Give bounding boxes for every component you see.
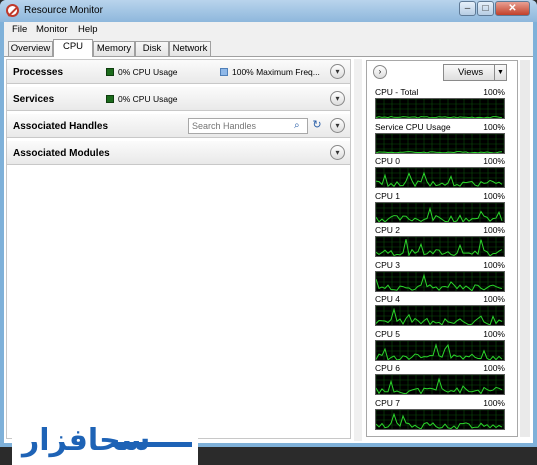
refresh-icon[interactable]: ↻	[310, 118, 324, 134]
vertical-scrollbar[interactable]	[520, 60, 530, 437]
chevron-down-icon[interactable]: ▾	[330, 64, 345, 79]
graph-label: CPU - Total	[375, 87, 419, 97]
handles-section-header[interactable]: Associated Handles ⌕ ↻ ▾	[7, 114, 350, 138]
watermark-logo: سحافزار	[12, 420, 198, 465]
graph-plot	[375, 167, 505, 188]
watermark-text: سحافزار	[22, 423, 151, 458]
graph-label: CPU 7	[375, 397, 401, 408]
maximize-button[interactable]: □	[477, 1, 494, 16]
graph-label: CPU 2	[375, 225, 401, 235]
views-dropdown[interactable]: Views ▼	[443, 64, 507, 81]
handles-title: Associated Handles	[13, 121, 109, 132]
graph-svg	[376, 99, 504, 118]
graphs-panel: › Views ▼ CPU - Total 100% Service CPU Usa…	[366, 60, 518, 437]
services-cpu-usage: 0% CPU Usage	[118, 94, 178, 104]
graph-label: CPU 6	[375, 363, 401, 373]
graph-percent: 100%	[483, 121, 505, 132]
graph-label: CPU 5	[375, 328, 401, 339]
chevron-down-icon[interactable]: ▾	[330, 91, 345, 106]
graph-plot	[375, 339, 505, 361]
graph-percent: 100%	[483, 259, 505, 270]
tab-cpu[interactable]: CPU	[53, 39, 93, 57]
panel-splitter[interactable]	[354, 59, 362, 441]
graph-label: Service CPU Usage	[375, 121, 451, 132]
graph-plot	[375, 305, 505, 326]
graph-svg	[376, 375, 504, 394]
cpu-usage-indicator	[106, 68, 114, 76]
graph-plot	[375, 236, 505, 257]
graph-svg	[376, 133, 504, 153]
graph-percent: 100%	[483, 190, 505, 201]
processes-section-header[interactable]: Processes 0% CPU Usage 100% Maximum Freq…	[7, 60, 350, 84]
tab-network[interactable]: Network	[169, 41, 211, 56]
graph-plot	[375, 408, 505, 430]
menu-help[interactable]: Help	[78, 24, 98, 35]
menu-bar: File Monitor Help	[4, 22, 533, 38]
search-icon[interactable]: ⌕	[294, 120, 300, 131]
close-button[interactable]: ✕	[495, 1, 530, 16]
graph-percent: 100%	[483, 225, 505, 235]
search-handles-field: ⌕	[188, 118, 308, 134]
graph-label: CPU 3	[375, 259, 401, 270]
graph-plot	[375, 201, 505, 223]
tab-memory[interactable]: Memory	[93, 41, 135, 56]
graph-percent: 100%	[483, 156, 505, 166]
graph-label: CPU 0	[375, 156, 401, 166]
cpu-usage-indicator	[106, 95, 114, 103]
menu-file[interactable]: File	[12, 24, 27, 35]
window-title: Resource Monitor	[24, 5, 103, 16]
chevron-right-icon[interactable]: ›	[373, 65, 387, 79]
graph-percent: 100%	[483, 363, 505, 373]
chevron-down-icon[interactable]: ▾	[330, 118, 345, 133]
tab-strip: Overview CPU Memory Disk Network	[4, 39, 533, 57]
resource-monitor-app-icon	[6, 4, 19, 17]
graph-svg	[376, 271, 504, 291]
graph-svg	[376, 306, 504, 325]
views-label: Views	[458, 67, 484, 78]
graph-percent: 100%	[483, 294, 505, 304]
tab-overview[interactable]: Overview	[8, 41, 53, 56]
client-area: File Monitor Help Overview CPU Memory Di…	[4, 22, 533, 465]
modules-section-header[interactable]: Associated Modules ▾	[7, 141, 350, 165]
graph-plot	[375, 132, 505, 154]
max-frequency-indicator	[220, 68, 228, 76]
menu-monitor[interactable]: Monitor	[36, 24, 68, 35]
services-section-header[interactable]: Services 0% CPU Usage ▾	[7, 87, 350, 111]
graph-svg	[376, 237, 504, 256]
graph-label: CPU 4	[375, 294, 401, 304]
resource-monitor-window: Resource Monitor – □ ✕ File Monitor Help…	[0, 0, 537, 465]
graph-plot	[375, 374, 505, 395]
graph-percent: 100%	[483, 397, 505, 408]
title-bar: Resource Monitor – □ ✕	[0, 0, 537, 22]
search-handles-input[interactable]	[192, 121, 288, 131]
cpu-tab-body: Processes 0% CPU Usage 100% Maximum Freq…	[4, 56, 533, 443]
chevron-down-icon[interactable]: ▾	[330, 145, 345, 160]
dropdown-arrow-icon[interactable]: ▼	[494, 65, 506, 80]
graph-label: CPU 1	[375, 190, 401, 201]
details-panel: Processes 0% CPU Usage 100% Maximum Freq…	[6, 59, 351, 439]
graph-percent: 100%	[483, 328, 505, 339]
modules-title: Associated Modules	[13, 148, 110, 159]
graph-plot	[375, 98, 505, 119]
graph-plot	[375, 270, 505, 292]
minimize-button[interactable]: –	[459, 1, 476, 16]
processes-max-frequency: 100% Maximum Freq...	[232, 67, 320, 77]
graph-svg	[376, 409, 504, 429]
graph-svg	[376, 168, 504, 187]
processes-title: Processes	[13, 67, 64, 78]
graph-svg	[376, 340, 504, 360]
graph-percent: 100%	[483, 87, 505, 97]
graph-svg	[376, 202, 504, 222]
processes-cpu-usage: 0% CPU Usage	[118, 67, 178, 77]
services-title: Services	[13, 94, 55, 105]
tab-disk[interactable]: Disk	[135, 41, 169, 56]
